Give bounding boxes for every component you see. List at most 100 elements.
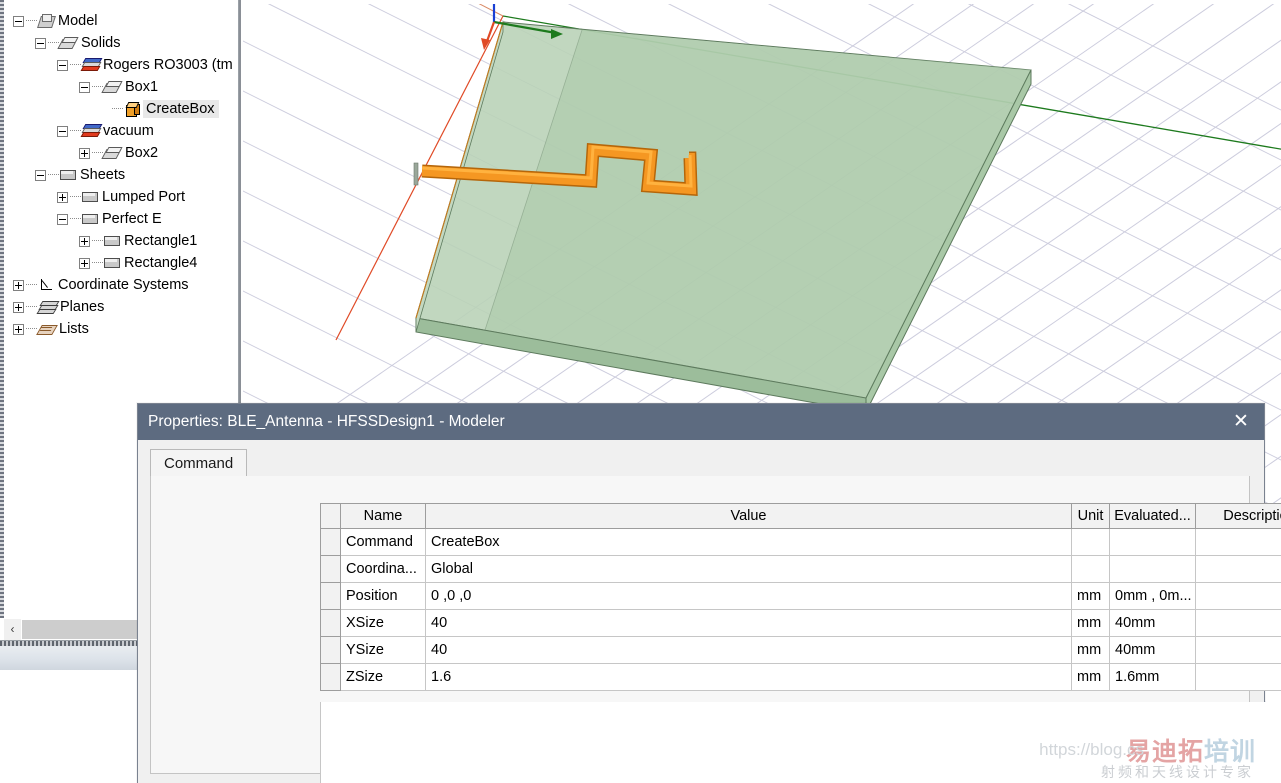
tree-item-lists[interactable]: Lists [5,318,238,340]
close-icon[interactable]: ✕ [1218,404,1264,440]
cell-value[interactable]: 40 [425,636,1072,664]
expander-expand-icon[interactable] [13,323,24,335]
tree-item-coordinate-systems[interactable]: Coordinate Systems [5,274,238,296]
cell-value[interactable]: 0 ,0 ,0 [425,582,1072,610]
tree-item-model[interactable]: Model [5,10,238,32]
tree-item-solids[interactable]: Solids [5,32,238,54]
header-evaluated[interactable]: Evaluated... [1109,503,1196,529]
lists-icon [36,323,58,336]
cell-unit[interactable]: mm [1071,609,1110,637]
header-description[interactable]: Description [1195,503,1281,529]
expander-expand-icon[interactable] [79,257,90,269]
solid-icon [57,36,79,50]
properties-dialog[interactable]: Properties: BLE_Antenna - HFSSDesign1 - … [137,403,1281,783]
solid-icon [101,146,123,160]
cell-description[interactable] [1195,555,1281,583]
cell-description[interactable] [1195,609,1281,637]
header-unit[interactable]: Unit [1071,503,1110,529]
cell-unit[interactable]: mm [1071,636,1110,664]
cell-unit[interactable] [1071,555,1110,583]
cell-unit[interactable]: mm [1071,663,1110,691]
cell-evaluated [1109,555,1196,583]
properties-table[interactable]: Name Value Unit Evaluated... Description… [320,503,1281,691]
row-selector[interactable] [320,636,341,664]
table-row[interactable]: YSize 40 mm 40mm [320,636,1281,664]
cell-name: ZSize [340,663,426,691]
row-selector[interactable] [320,663,341,691]
cell-description[interactable] [1195,636,1281,664]
tree-item-rogers-ro3003-tm[interactable]: Rogers RO3003 (tm [5,54,238,76]
tree-item-rectangle1[interactable]: Rectangle1 [5,230,238,252]
tree-item-label: vacuum [103,123,154,140]
tree-connector [70,64,81,66]
scroll-left-button[interactable]: ‹ [4,619,21,640]
expander-collapse-icon[interactable] [57,213,68,225]
tree-item-perfect-e[interactable]: Perfect E [5,208,238,230]
tree-item-sheets[interactable]: Sheets [5,164,238,186]
table-header-row: Name Value Unit Evaluated... Description [320,503,1281,529]
row-selector[interactable] [320,555,341,583]
model-icon [37,14,56,29]
expander-expand-icon[interactable] [13,301,24,313]
tree-item-label: Planes [60,299,105,316]
table-row[interactable]: Coordina... Global [320,555,1281,583]
tree-connector [48,42,59,44]
expander-collapse-icon[interactable] [57,59,68,71]
tab-strip[interactable]: Command [150,449,1264,477]
cell-evaluated: 40mm [1109,636,1196,664]
expander-expand-icon[interactable] [57,191,68,203]
row-selector[interactable] [320,528,341,556]
bottom-status-panel [0,646,138,671]
table-empty-area [320,702,1281,783]
tree-item-vacuum[interactable]: vacuum [5,120,238,142]
tree-item-rectangle4[interactable]: Rectangle4 [5,252,238,274]
sheet-icon [104,257,120,269]
table-row[interactable]: Command CreateBox [320,528,1281,556]
bottom-blank-area [0,670,138,783]
cell-evaluated: 0mm , 0m... [1109,582,1196,610]
row-selector[interactable] [320,609,341,637]
tree-connector [92,152,103,154]
expander-expand-icon[interactable] [79,147,90,159]
cell-value[interactable]: CreateBox [425,528,1072,556]
expander-collapse-icon[interactable] [79,81,90,93]
tab-command[interactable]: Command [150,449,248,476]
cell-value[interactable]: 1.6 [425,663,1072,691]
table-row[interactable]: Position 0 ,0 ,0 mm 0mm , 0m... [320,582,1281,610]
expander-expand-icon[interactable] [79,235,90,247]
cell-unit[interactable] [1071,528,1110,556]
tree-item-createbox[interactable]: CreateBox [5,98,238,120]
tree-item-lumped-port[interactable]: Lumped Port [5,186,238,208]
header-name[interactable]: Name [340,503,426,529]
expander-collapse-icon[interactable] [57,125,68,137]
tree-item-label: Sheets [80,167,126,184]
expander-expand-icon[interactable] [13,279,24,291]
header-corner[interactable] [320,503,341,529]
cell-evaluated: 1.6mm [1109,663,1196,691]
expander-collapse-icon[interactable] [35,169,46,181]
project-tree[interactable]: Model Solids Rogers RO3003 (tm Box1 CreateBo… [5,10,238,340]
tree-connector [92,86,103,88]
cell-description[interactable] [1195,663,1281,691]
tree-item-box2[interactable]: Box2 [5,142,238,164]
cell-name: YSize [340,636,426,664]
cell-unit[interactable]: mm [1071,582,1110,610]
tree-connector [92,262,103,264]
expander-collapse-icon[interactable] [35,37,46,49]
cell-description[interactable] [1195,582,1281,610]
tree-connector [70,130,81,132]
dialog-title-bar[interactable]: Properties: BLE_Antenna - HFSSDesign1 - … [138,404,1264,440]
table-row[interactable]: ZSize 1.6 mm 1.6mm [320,663,1281,691]
app-root: Model Solids Rogers RO3003 (tm Box1 CreateBo… [0,0,1281,783]
tree-item-box1[interactable]: Box1 [5,76,238,98]
cell-value[interactable]: Global [425,555,1072,583]
table-row[interactable]: XSize 40 mm 40mm [320,609,1281,637]
expander-collapse-icon[interactable] [13,15,24,27]
cell-description[interactable] [1195,528,1281,556]
cell-value[interactable]: 40 [425,609,1072,637]
material-icon [80,124,103,138]
tree-item-planes[interactable]: Planes [5,296,238,318]
row-selector[interactable] [320,582,341,610]
header-value[interactable]: Value [425,503,1072,529]
tree-connector [26,20,37,22]
